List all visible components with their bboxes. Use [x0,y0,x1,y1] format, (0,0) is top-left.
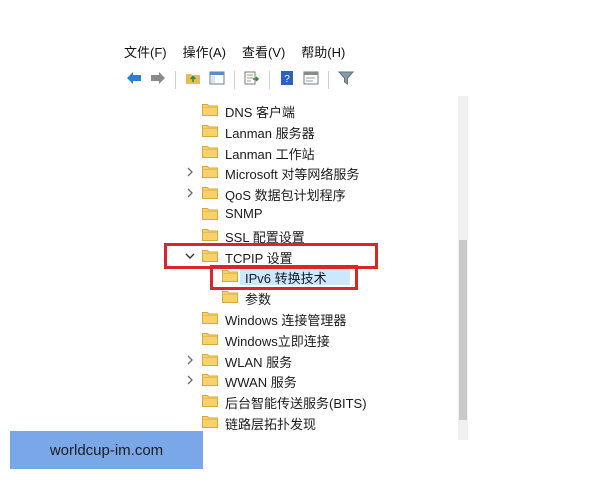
forward-arrow-button[interactable] [148,70,168,90]
menu-item-3[interactable]: 帮助(H) [301,42,345,61]
folder-icon [202,311,218,324]
scrollbar-thumb[interactable] [459,240,467,420]
tree-item[interactable]: WWAN 服务 [124,370,454,390]
folder-icon [222,290,238,304]
show-hide-tree-button[interactable] [207,70,227,90]
chevron-right-icon[interactable] [184,166,196,178]
tree-item-label: Windows 连接管理器 [225,313,347,328]
properties-icon [303,71,319,90]
highlight-box-ipv6 [210,265,358,291]
chevron-right-icon[interactable] [184,187,196,199]
tree-item-label: Windows立即连接 [225,333,330,349]
tree-item[interactable]: WLAN 服务 [124,350,454,370]
up-folder-button[interactable] [183,70,203,90]
back-arrow-icon [126,71,142,90]
folder-icon [202,124,218,137]
policy-tree: DNS 客户端 Lanman 服务器 Lanman 工作站 Microsoft 对等网… [124,96,464,440]
folder-icon [202,165,218,179]
tree-item[interactable]: SNMP [124,204,454,224]
tree-item-label: 链路层拓扑发现 [225,417,317,432]
folder-icon [202,103,218,116]
show-hide-tree-icon [209,71,225,90]
tree-item-label: Lanman 服务器 [225,125,315,141]
tree-item-label: DNS 客户端 [225,105,296,120]
folder-icon [202,332,218,345]
help-icon: ? [279,70,295,91]
chevron-right-icon[interactable] [184,354,196,366]
folder-icon [202,207,218,220]
folder-icon [202,373,218,387]
tree-item[interactable]: Windows立即连接 [124,329,454,349]
folder-icon [202,415,218,428]
watermark-text: worldcup-im.com [49,441,164,459]
menu-item-0[interactable]: 文件(F) [124,42,167,61]
menu-bar: 文件(F) 操作(A) 查看(V) 帮助(H) [124,40,464,62]
tree-item-label: WWAN 服务 [225,375,297,391]
help-button[interactable]: ? [277,70,297,90]
toolbar-separator [328,71,329,89]
menu-item-2[interactable]: 查看(V) [242,42,285,61]
folder-icon [202,394,218,408]
export-list-icon [244,71,260,90]
tree-item-label: 参数 [245,292,272,308]
export-list-button[interactable] [242,70,262,90]
toolbar: ? [124,68,464,92]
toolbar-separator [175,71,176,89]
tree-item-label: WLAN 服务 [225,354,293,370]
forward-arrow-icon [150,71,166,90]
tree-item-label: 后台智能传送服务(BITS) [225,396,367,412]
tree-item[interactable]: Lanman 工作站 [124,142,454,162]
watermark-banner: worldcup-im.com [10,431,203,469]
folder-icon [202,186,218,200]
tree-item[interactable]: Windows 连接管理器 [124,308,454,328]
tree-item-label: QoS 数据包计划程序 [225,188,346,204]
properties-button[interactable] [301,70,321,90]
tree-item[interactable]: Lanman 服务器 [124,121,454,141]
folder-icon [202,228,218,241]
menu-item-1[interactable]: 操作(A) [183,42,226,61]
tree-item-label: Lanman 工作站 [225,146,315,162]
tree-item[interactable]: QoS 数据包计划程序 [124,183,454,203]
filter-icon [337,70,355,91]
folder-icon [202,353,218,366]
folder-icon [202,145,218,158]
back-arrow-button[interactable] [124,70,144,90]
tree-item[interactable]: DNS 客户端 [124,100,454,120]
chevron-right-icon[interactable] [184,374,196,386]
toolbar-separator [234,71,235,89]
svg-text:?: ? [284,74,290,85]
toolbar-separator [269,71,270,89]
tree-item-label: SNMP [225,206,263,221]
tree-item-label: Microsoft 对等网络服务 [225,167,360,183]
filter-button[interactable] [336,70,356,90]
tree-item[interactable]: 后台智能传送服务(BITS) [124,391,454,411]
tree-item[interactable]: 链路层拓扑发现 [124,412,454,432]
tree-item[interactable]: Microsoft 对等网络服务 [124,162,454,182]
up-folder-icon [185,71,201,90]
